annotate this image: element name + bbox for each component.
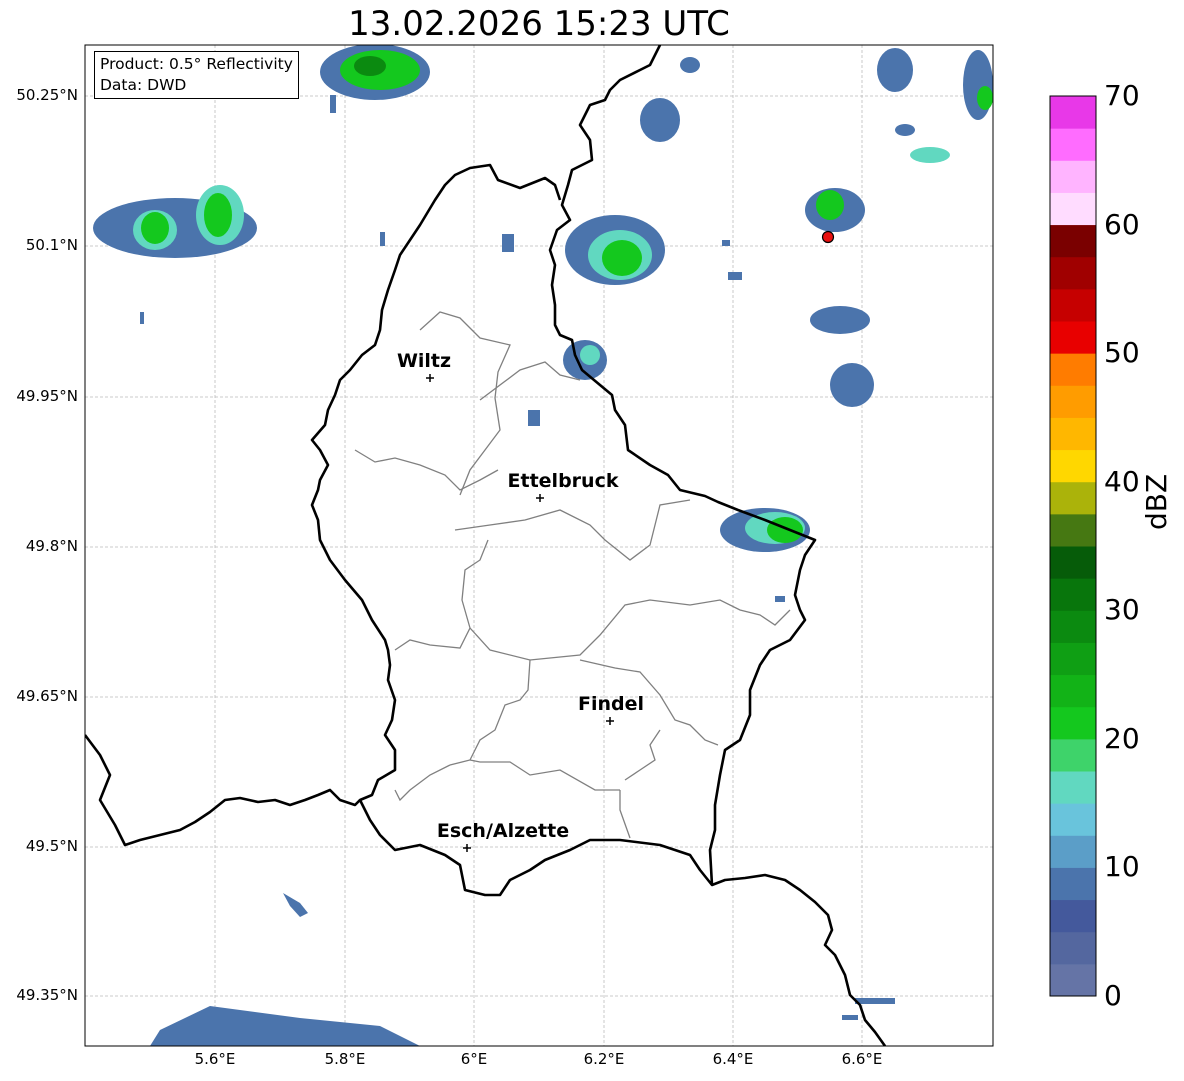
colorbar-segment	[1050, 353, 1096, 386]
colorbar-tick: 10	[1104, 850, 1140, 883]
lon-label: 5.8°E	[324, 1050, 366, 1068]
lon-label: 6.4°E	[712, 1050, 754, 1068]
colorbar-segment	[1050, 224, 1096, 258]
colorbar-segment	[1050, 449, 1096, 483]
colorbar-segment	[1050, 192, 1096, 226]
colorbar-segment	[1050, 835, 1096, 868]
lat-label: 49.8°N	[25, 537, 78, 555]
city-label-wiltz: Wiltz	[396, 350, 452, 372]
radar-site-marker	[821, 230, 835, 244]
colorbar-segment	[1050, 546, 1096, 579]
colorbar-segment	[1050, 96, 1096, 129]
colorbar-segment	[1050, 417, 1096, 451]
colorbar-segment	[1050, 931, 1096, 965]
echo-cluster	[640, 48, 993, 407]
lat-label: 49.35°N	[16, 986, 78, 1004]
colorbar-segment	[1050, 610, 1096, 643]
lon-label: 6.2°E	[583, 1050, 625, 1068]
colorbar-segment	[1050, 578, 1096, 611]
lat-label: 50.25°N	[16, 86, 78, 104]
colorbar-segment	[1050, 128, 1096, 161]
radar-echoes	[93, 45, 993, 1046]
lon-label: 6.6°E	[841, 1050, 883, 1068]
colorbar	[1050, 96, 1096, 997]
colorbar-segment	[1050, 321, 1096, 354]
colorbar-segment	[1050, 385, 1096, 418]
city-markers	[426, 374, 614, 852]
lat-label: 50.1°N	[25, 236, 78, 254]
city-label-ettelbruck: Ettelbruck	[507, 470, 619, 492]
colorbar-segment	[1050, 899, 1096, 933]
belgium-france-border	[85, 734, 361, 847]
echo-cluster	[150, 893, 895, 1046]
echo-cluster	[93, 185, 257, 324]
info-box: Product: 0.5° Reflectivity Data: DWD	[94, 51, 299, 99]
source-label: Data: DWD	[100, 76, 187, 94]
colorbar-segment	[1050, 642, 1096, 676]
lon-label: 5.6°E	[194, 1050, 236, 1068]
colorbar-tick: 70	[1104, 79, 1140, 112]
colorbar-tick: 0	[1104, 979, 1122, 1012]
colorbar-segment	[1050, 160, 1096, 193]
colorbar-label: dBZ	[1140, 473, 1173, 530]
product-label: Product: 0.5° Reflectivity	[100, 55, 293, 73]
lat-label: 49.95°N	[16, 387, 78, 405]
colorbar-segment	[1050, 738, 1096, 772]
echo-cluster	[320, 45, 430, 113]
city-label-findel: Findel	[577, 693, 645, 715]
canton-boundaries	[354, 311, 791, 839]
colorbar-segment	[1050, 513, 1096, 547]
colorbar-tick: 60	[1104, 208, 1140, 241]
colorbar-segment	[1050, 256, 1096, 290]
radar-map	[84, 44, 1097, 1047]
colorbar-segment	[1050, 674, 1096, 708]
colorbar-tick: 20	[1104, 722, 1140, 755]
city-label-esch: Esch/Alzette	[436, 820, 570, 842]
colorbar-segment	[1050, 481, 1096, 515]
colorbar-tick: 50	[1104, 336, 1140, 369]
lat-label: 49.65°N	[16, 687, 78, 705]
lat-label: 49.5°N	[25, 837, 78, 855]
lon-label: 6°E	[460, 1050, 488, 1068]
colorbar-tick: 30	[1104, 593, 1140, 626]
france-germany-border	[711, 873, 887, 1046]
colorbar-segment	[1050, 963, 1096, 997]
colorbar-tick: 40	[1104, 465, 1140, 498]
colorbar-segment	[1050, 288, 1096, 322]
echo-cluster	[380, 215, 665, 426]
colorbar-segment	[1050, 706, 1096, 740]
colorbar-segment	[1050, 771, 1096, 804]
colorbar-segment	[1050, 803, 1096, 836]
colorbar-segment	[1050, 867, 1096, 901]
